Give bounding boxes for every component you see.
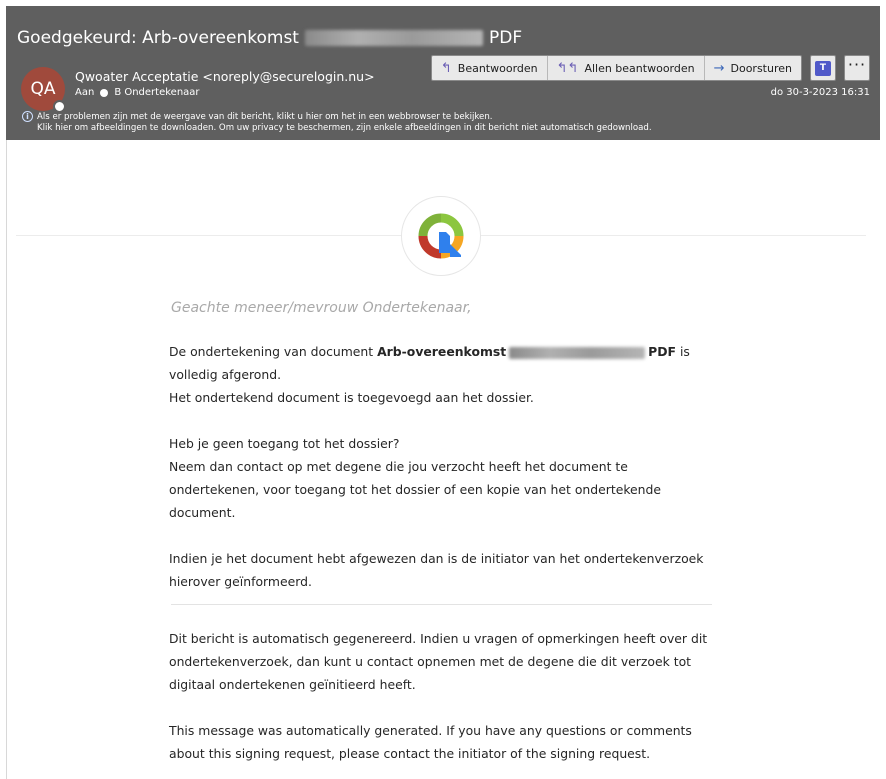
redacted-document-name (509, 346, 646, 359)
forward-label: Doorsturen (730, 61, 793, 75)
qwoater-logo-icon (418, 213, 464, 259)
access-question: Heb je geen toegang tot het dossier? (169, 436, 400, 451)
auto-generated-nl: Dit bericht is automatisch gegenereerd. … (169, 631, 708, 692)
forward-icon: → (713, 60, 725, 76)
redacted-text (304, 30, 483, 46)
teams-button[interactable]: T (810, 55, 836, 81)
message-subject: Goedgekeurd: Arb-overeenkomst PDF (17, 26, 522, 50)
more-actions-button[interactable]: ··· (844, 55, 870, 81)
message-actions: ↰ Beantwoorden ↰↰ Allen beantwoorden → D… (430, 55, 870, 81)
info-icon: i (22, 111, 33, 122)
reply-icon: ↰ (440, 60, 452, 76)
reply-label: Beantwoorden (457, 61, 538, 75)
subject-prefix: Goedgekeurd: Arb-overeenkomst (17, 28, 299, 48)
rejection-paragraph: Indien je het document hebt afgewezen da… (169, 551, 704, 589)
dossier-paragraph: Het ondertekend document is toegevoegd a… (169, 390, 534, 405)
teams-icon: T (815, 60, 831, 76)
message-date: do 30-3-2023 16:31 (770, 87, 870, 98)
message-header: Goedgekeurd: Arb-overeenkomst PDF QA Qwo… (6, 6, 880, 140)
document-name-end: PDF (648, 344, 677, 359)
reply-all-icon: ↰↰ (556, 60, 579, 76)
browser-view-link[interactable]: i Als er problemen zijn met de weergave … (22, 111, 493, 122)
auto-generated-en: This message was automatically generated… (169, 723, 692, 761)
recipient-row: Aan B Ondertekenaar (75, 87, 200, 98)
sender-name[interactable]: Qwoater Acceptatie <noreply@securelogin.… (75, 69, 375, 84)
document-name-start: Arb-overeenkomst (377, 344, 507, 359)
completion-paragraph: De ondertekening van document Arb-overee… (169, 340, 714, 386)
p1-prefix: De ondertekening van document (169, 344, 378, 359)
access-instructions: Neem dan contact op met degene die jou v… (169, 459, 662, 520)
reply-all-button[interactable]: ↰↰ Allen beantwoorden (548, 56, 705, 80)
recipient-presence-icon (100, 88, 109, 97)
greeting: Geachte meneer/mevrouw Ondertekenaar, (171, 300, 472, 316)
reply-all-label: Allen beantwoorden (584, 61, 695, 75)
to-label: Aan (75, 87, 95, 98)
message-body: De ondertekening van document Arb-overee… (169, 340, 714, 765)
avatar-initials: QA (30, 79, 56, 99)
forward-button[interactable]: → Doorsturen (705, 56, 801, 80)
content-divider (171, 604, 712, 605)
subject-suffix: PDF (488, 28, 523, 48)
download-images-link[interactable]: Klik hier om afbeeldingen te downloaden.… (37, 123, 652, 133)
reply-button-group: ↰ Beantwoorden ↰↰ Allen beantwoorden → D… (430, 55, 802, 81)
recipient-name[interactable]: B Ondertekenaar (114, 87, 199, 98)
info-text-1: Als er problemen zijn met de weergave va… (37, 111, 493, 122)
reading-pane-border (6, 140, 7, 779)
more-icon: ··· (847, 55, 867, 74)
company-logo (401, 196, 481, 276)
reply-button[interactable]: ↰ Beantwoorden (432, 56, 548, 80)
